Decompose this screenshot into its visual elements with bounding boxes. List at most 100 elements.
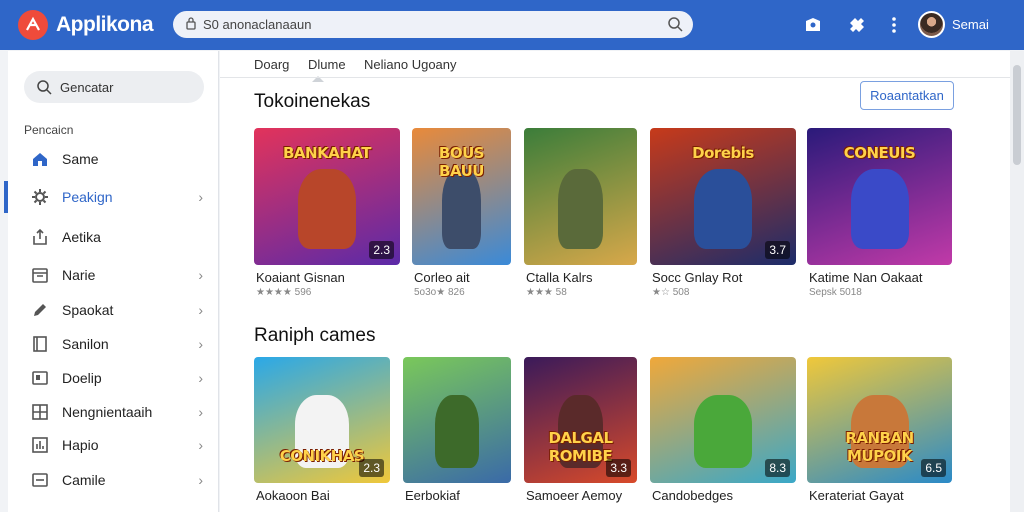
game-banner: BANKAHAT — [282, 144, 372, 163]
chevron-right-icon: › — [198, 437, 203, 453]
scrollbar-thumb[interactable] — [1013, 65, 1021, 165]
sidebar-search-label: Gencatar — [60, 80, 114, 95]
game-character — [297, 169, 357, 249]
image-icon — [30, 368, 50, 388]
sidebar-item-label: Camile — [62, 472, 106, 488]
game-meta: ★★★★ 596 — [256, 287, 312, 298]
game-thumbnail[interactable]: BANKAHAT 2.3 — [254, 128, 400, 265]
game-title[interactable]: Aokaoon Bai — [256, 488, 330, 503]
user-name[interactable]: Semai — [952, 17, 989, 32]
game-title[interactable]: Kerateriat Gayat — [809, 488, 904, 503]
tab-divider — [220, 77, 1010, 78]
sidebar-item-1[interactable]: Peakign › — [4, 181, 219, 213]
sidebar-item-label: Hapio — [62, 437, 99, 453]
game-title[interactable]: Katime Nan Oakaat — [809, 270, 922, 285]
chart-icon — [30, 435, 50, 455]
game-meta: ★☆ 508 — [652, 287, 690, 298]
rating-badge: 8.3 — [765, 459, 790, 477]
game-thumbnail[interactable] — [403, 357, 511, 483]
game-thumbnail[interactable]: Dorebis 3.7 — [650, 128, 796, 265]
game-thumbnail[interactable]: DALGAL ROMIBE 3.3 — [524, 357, 637, 483]
sidebar-item-label: Aetika — [62, 229, 101, 245]
tab-1[interactable]: Dlume — [308, 57, 346, 82]
sidebar-item-9[interactable]: Camile › — [8, 464, 219, 496]
rating-badge: 3.7 — [765, 241, 790, 259]
window-icon — [30, 470, 50, 490]
avatar[interactable] — [918, 11, 945, 38]
sidebar-item-label: Peakign — [62, 189, 113, 205]
game-thumbnail[interactable]: CONEUIS — [807, 128, 952, 265]
sidebar-item-5[interactable]: Sanilon › — [8, 328, 219, 360]
game-title[interactable]: Koaiant Gisnan — [256, 270, 345, 285]
sidebar-item-label: Doelip — [62, 370, 102, 386]
sidebar-header: Pencaicn — [24, 123, 74, 137]
more-menu-icon[interactable] — [883, 14, 905, 36]
sidebar-item-4[interactable]: Spaokat › — [8, 294, 219, 326]
section-title-2: Raniph cames — [254, 325, 376, 346]
tab-2[interactable]: Neliano Ugoany — [364, 57, 457, 72]
rating-badge: 2.3 — [359, 459, 384, 477]
home-icon — [30, 149, 50, 169]
game-thumbnail[interactable]: 8.3 — [650, 357, 796, 483]
chevron-right-icon: › — [198, 267, 203, 283]
game-meta: ★★★ 58 — [526, 287, 567, 298]
game-character — [693, 394, 753, 468]
sidebar-item-label: Narie — [62, 267, 96, 283]
sidebar-item-6[interactable]: Doelip › — [8, 362, 219, 394]
game-character — [850, 169, 909, 249]
game-title[interactable]: Samoeer Aemoy — [526, 488, 622, 503]
search-icon — [36, 79, 52, 98]
sidebar-item-8[interactable]: Hapio › — [8, 429, 219, 461]
game-character — [557, 169, 604, 249]
section-title-1: Tokoinenekas — [254, 91, 371, 112]
scrollbar[interactable] — [1010, 51, 1024, 512]
chevron-right-icon: › — [198, 404, 203, 420]
game-banner: Dorebis — [692, 144, 754, 163]
game-thumbnail[interactable]: CONIKHAS 2.3 — [254, 357, 390, 483]
rating-badge: 2.3 — [369, 241, 394, 259]
game-meta: Sepsk 5018 — [809, 287, 862, 298]
gear-icon — [30, 187, 50, 207]
sidebar-item-label: Same — [62, 151, 99, 167]
document-icon — [30, 334, 50, 354]
lock-icon — [185, 16, 197, 33]
search-icon[interactable] — [667, 16, 683, 35]
game-meta: 5o3o★ 826 — [414, 287, 465, 298]
game-thumbnail[interactable]: BOUS BAUU — [412, 128, 511, 265]
game-title[interactable]: Eerbokiaf — [405, 488, 460, 503]
upload-icon — [30, 227, 50, 247]
sidebar-item-3[interactable]: Narie › — [8, 259, 219, 291]
store-icon[interactable] — [802, 14, 824, 36]
game-banner: CONEUIS — [843, 144, 916, 163]
sidebar-search[interactable]: Gencatar — [24, 71, 204, 103]
calendar-icon — [30, 265, 50, 285]
sidebar-item-label: Sanilon — [62, 336, 109, 352]
tab-0[interactable]: Doarg — [254, 57, 289, 72]
app-title: Applikona — [56, 13, 154, 36]
see-all-button[interactable]: Roaantatkan — [860, 81, 954, 110]
rating-badge: 6.5 — [921, 459, 946, 477]
game-title[interactable]: Socc Gnlay Rot — [652, 270, 742, 285]
puzzle-icon[interactable] — [846, 14, 868, 36]
game-thumbnail[interactable] — [524, 128, 637, 265]
game-character — [441, 169, 482, 249]
chevron-right-icon: › — [198, 472, 203, 488]
game-thumbnail[interactable]: RANBAN MUPOIK 6.5 — [807, 357, 952, 483]
sidebar-item-7[interactable]: Nengnientaaih › — [8, 396, 219, 428]
logo-icon — [26, 16, 40, 31]
sidebar-item-label: Spaokat — [62, 302, 114, 318]
grid-icon — [30, 402, 50, 422]
sidebar-item-2[interactable]: Aetika — [8, 221, 219, 253]
game-title[interactable]: Ctalla Kalrs — [526, 270, 592, 285]
app-logo[interactable] — [18, 10, 48, 40]
game-banner: BOUS BAUU — [438, 144, 485, 181]
game-character — [435, 394, 479, 468]
game-title[interactable]: Corleo ait — [414, 270, 470, 285]
pencil-icon — [30, 300, 50, 320]
top-app-bar: Applikona S0 anonaclanaaun Semai — [0, 0, 1024, 50]
game-title[interactable]: Candobedges — [652, 488, 733, 503]
sidebar-item-0[interactable]: Same — [8, 143, 219, 175]
url-search-bar[interactable]: S0 anonaclanaaun — [173, 11, 693, 38]
sidebar-item-label: Nengnientaaih — [62, 404, 153, 420]
game-character — [693, 169, 753, 249]
